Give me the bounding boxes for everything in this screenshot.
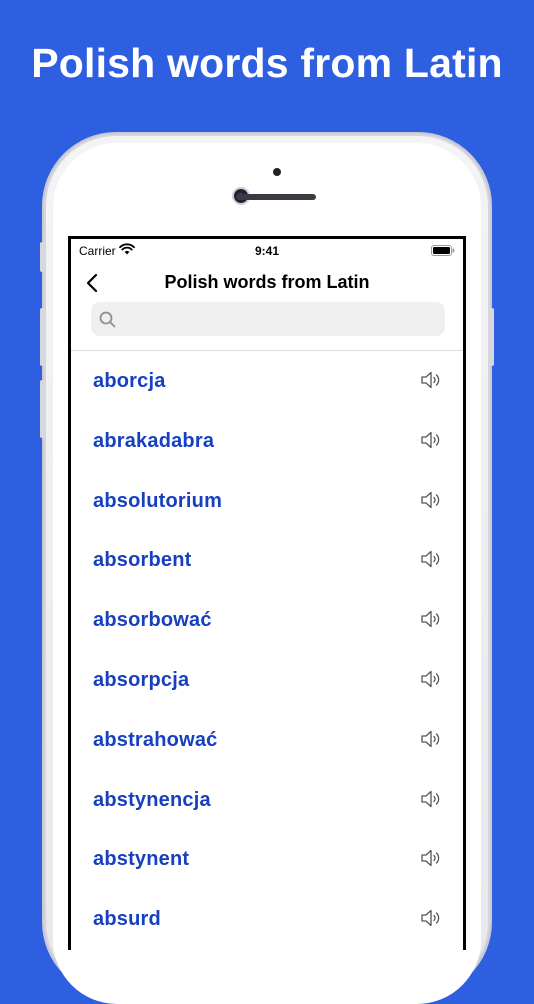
speaker-icon[interactable] [419,906,443,930]
list-item[interactable]: abstynent [71,829,463,889]
speaker-icon[interactable] [419,547,443,571]
word-label: absurd [93,908,161,931]
word-label: abrakadabra [93,429,215,452]
status-bar: Carrier 9:41 [71,239,463,263]
word-label: absorbować [93,609,212,632]
word-label: abstrahować [93,728,218,751]
word-label: absorpcja [93,668,190,691]
app-screen: Carrier 9:41 Polish words from Latin abo… [68,236,466,950]
word-list: aborcja abrakadabra absolutorium absorbent a… [71,351,463,949]
list-item[interactable]: absorpcja [71,650,463,710]
page-title: Polish words from Latin [164,272,370,292]
word-label: abstynent [93,848,190,871]
clock: 9:41 [254,244,280,258]
speaker-icon[interactable] [419,727,443,751]
speaker-icon[interactable] [419,846,443,870]
volume-up-button [40,308,45,366]
promo-title: Polish words from Latin [31,40,503,86]
search-input[interactable] [123,302,437,338]
list-item[interactable]: absorbować [71,590,463,650]
speaker-icon[interactable] [419,368,443,392]
list-item[interactable]: absorbent [71,530,463,590]
speaker-icon[interactable] [419,667,443,691]
speaker-icon[interactable] [419,787,443,811]
word-label: abstynencja [93,788,211,811]
list-item[interactable]: abstynencja [71,770,463,830]
list-item[interactable]: aborcja [71,351,463,411]
power-button [489,308,494,366]
speaker-icon[interactable] [419,488,443,512]
search-bar[interactable] [91,302,445,338]
list-item[interactable]: abrakadabra [71,411,463,471]
proximity-sensor [273,168,281,176]
list-item[interactable]: absolutorium [71,471,463,531]
navigation-bar: Polish words from Latin [71,263,463,303]
word-label: absorbent [93,549,192,572]
speaker-icon[interactable] [419,428,443,452]
word-label: aborcja [93,370,166,392]
volume-down-button [40,380,45,438]
list-item[interactable]: abstrahować [71,710,463,770]
earpiece-speaker [236,194,316,200]
battery-icon [431,245,455,256]
search-icon [99,311,116,328]
word-label: absolutorium [93,489,223,512]
list-item[interactable]: absurd [71,889,463,949]
speaker-icon[interactable] [419,607,443,631]
mute-switch [40,242,45,272]
